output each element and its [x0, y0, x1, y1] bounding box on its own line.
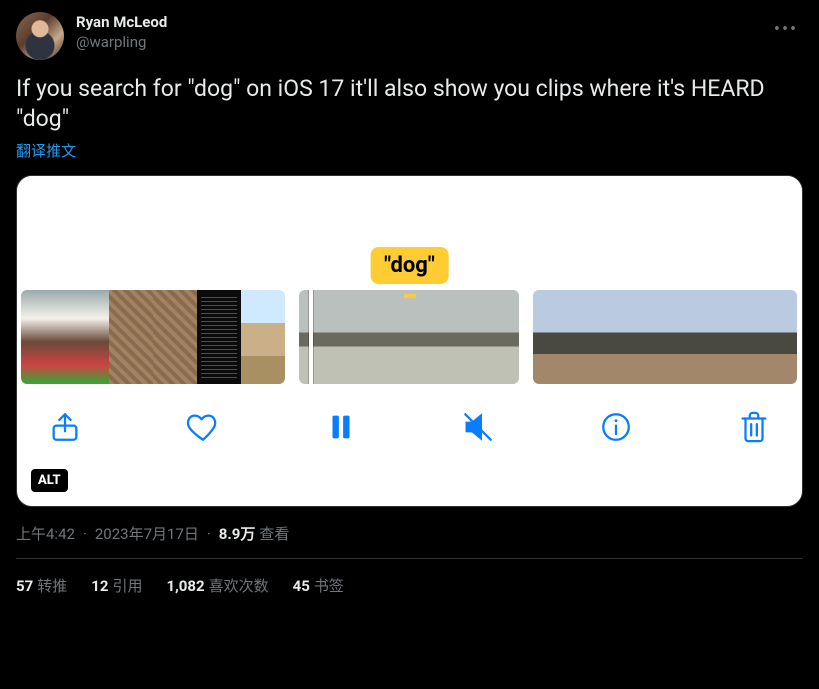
frame-thumb — [665, 290, 709, 384]
heart-icon — [186, 410, 220, 444]
bookmarks-count: 45 — [293, 577, 310, 595]
tweet-meta[interactable]: 上午4:42 · 2023年7月17日 · 8.9万 查看 — [16, 523, 803, 544]
likes-count: 1,082 — [166, 577, 204, 595]
quotes-label: 引用 — [112, 577, 142, 595]
frame-thumb — [577, 290, 621, 384]
media-toolbar — [17, 384, 802, 470]
pause-icon — [324, 410, 358, 444]
tweet-date: 2023年7月17日 — [95, 523, 199, 544]
quotes-count: 12 — [91, 577, 108, 595]
frame-thumb — [21, 290, 65, 384]
clip-thumbnail-group[interactable] — [21, 290, 285, 384]
clip-thumbnail-group-active[interactable] — [299, 290, 519, 384]
frame-thumb — [153, 290, 197, 384]
video-scrubber[interactable] — [17, 290, 802, 384]
author-block[interactable]: Ryan McLeod @warpling — [76, 12, 769, 52]
share-icon — [48, 410, 82, 444]
likes-stat[interactable]: 1,082 喜欢次数 — [166, 575, 268, 596]
pause-button[interactable] — [319, 405, 363, 449]
more-menu-button[interactable]: ••• — [769, 12, 803, 46]
frame-thumb — [431, 290, 475, 384]
frame-thumb — [533, 290, 577, 384]
retweets-count: 57 — [16, 577, 33, 595]
tweet-header: Ryan McLeod @warpling ••• — [16, 12, 803, 60]
tweet-text: If you search for "dog" on iOS 17 it'll … — [16, 74, 803, 134]
views-label: 查看 — [259, 523, 289, 544]
speech-caption-badge: "dog" — [370, 247, 449, 284]
tweet-time: 上午4:42 — [16, 523, 75, 544]
retweets-stat[interactable]: 57转推 — [16, 575, 67, 596]
quotes-stat[interactable]: 12引用 — [91, 575, 142, 596]
clip-thumbnail-group[interactable] — [533, 290, 797, 384]
mute-icon — [461, 410, 495, 444]
tweet-container: Ryan McLeod @warpling ••• If you search … — [0, 0, 819, 596]
bookmarks-stat[interactable]: 45书签 — [293, 575, 344, 596]
ellipsis-icon: ••• — [774, 19, 798, 40]
meta-separator: · — [207, 525, 211, 543]
frame-thumb — [299, 290, 343, 384]
retweets-label: 转推 — [37, 577, 67, 595]
info-button[interactable] — [594, 405, 638, 449]
likes-label: 喜欢次数 — [209, 577, 269, 595]
views-count: 8.9万 — [219, 523, 256, 544]
alt-badge[interactable]: ALT — [31, 469, 68, 492]
delete-button[interactable] — [732, 405, 776, 449]
translate-link[interactable]: 翻译推文 — [16, 140, 803, 161]
frame-thumb — [197, 290, 241, 384]
frame-thumb — [709, 290, 753, 384]
caption-marker-icon — [404, 294, 416, 298]
share-button[interactable] — [43, 405, 87, 449]
meta-separator: · — [83, 525, 87, 543]
mute-button[interactable] — [456, 405, 500, 449]
bookmarks-label: 书签 — [314, 577, 344, 595]
frame-thumb — [387, 290, 431, 384]
media-card[interactable]: "dog" — [16, 175, 803, 507]
author-handle: @warpling — [76, 32, 769, 52]
avatar[interactable] — [16, 12, 64, 60]
frame-thumb — [621, 290, 665, 384]
like-button[interactable] — [181, 405, 225, 449]
trash-icon — [737, 410, 771, 444]
frame-thumb — [109, 290, 153, 384]
info-icon — [599, 410, 633, 444]
frame-thumb — [241, 290, 285, 384]
frame-thumb — [65, 290, 109, 384]
frame-thumb — [343, 290, 387, 384]
playhead-indicator[interactable] — [309, 290, 313, 384]
frame-thumb — [475, 290, 519, 384]
author-display-name: Ryan McLeod — [76, 12, 769, 32]
tweet-stats: 57转推 12引用 1,082 喜欢次数 45书签 — [16, 559, 803, 596]
media-top-area: "dog" — [17, 176, 802, 290]
frame-thumb — [753, 290, 797, 384]
